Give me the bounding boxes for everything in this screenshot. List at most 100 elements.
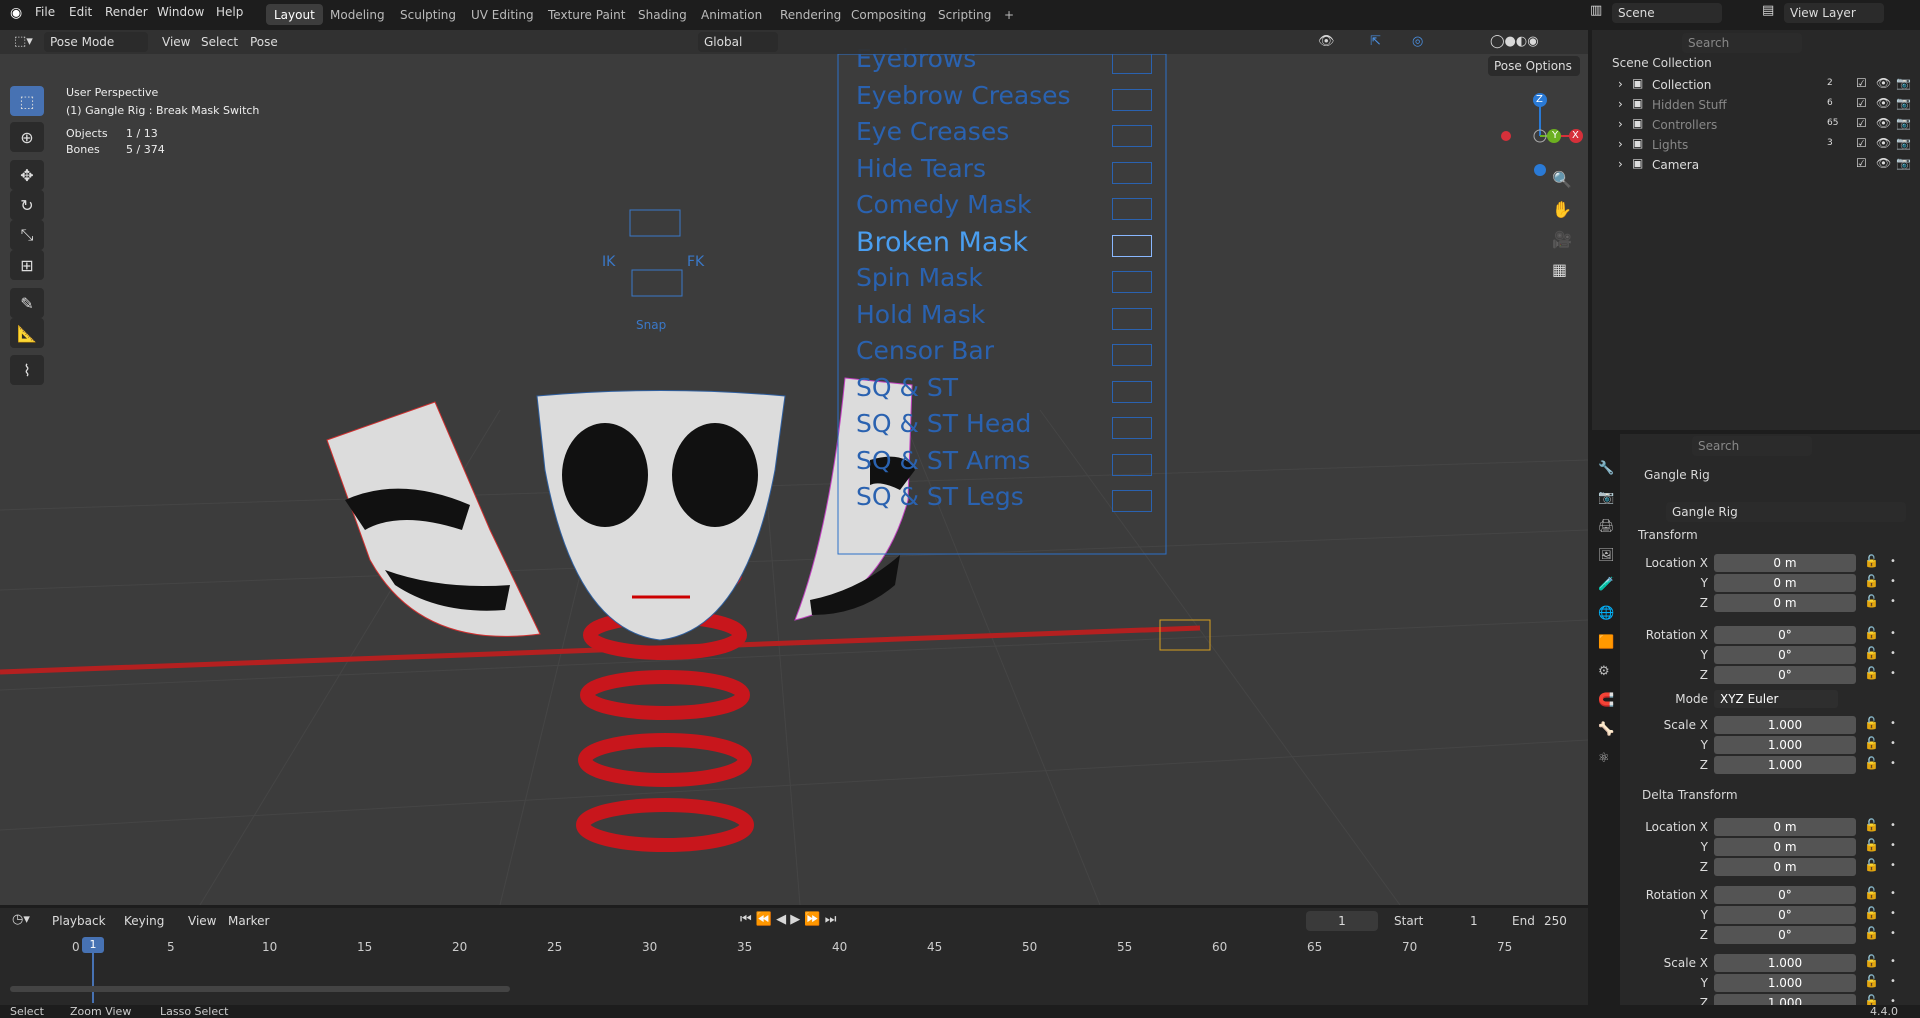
visibility-icon[interactable]: 👁 (1318, 34, 1335, 49)
keyframe-dot-icon[interactable]: • (1890, 888, 1896, 899)
rotation-mode-dropdown[interactable]: XYZ Euler (1714, 690, 1838, 708)
current-frame-field[interactable]: 1 (1306, 911, 1378, 931)
scene-selector[interactable]: Scene (1612, 3, 1722, 23)
transform-tool-icon[interactable]: ⊞ (10, 250, 44, 280)
playback-controls-icon[interactable]: ⏮ ⏪ ◀ ▶ ⏩ ⏭ (740, 912, 836, 927)
menu-help[interactable]: Help (216, 5, 243, 19)
property-field[interactable]: 0° (1714, 626, 1856, 644)
bone-tool-icon[interactable]: ⌇ (10, 355, 44, 385)
menu-render[interactable]: Render (105, 5, 148, 19)
control-switch[interactable] (1112, 453, 1152, 476)
pose-options-dropdown[interactable]: Pose Options (1488, 56, 1580, 76)
property-field[interactable]: 0 m (1714, 554, 1856, 572)
add-workspace-button[interactable]: + (996, 4, 1022, 25)
expand-arrow-icon[interactable]: › (1618, 77, 1623, 91)
overlay-toggle-icon[interactable]: ◎ (1412, 34, 1423, 49)
keyframe-dot-icon[interactable]: • (1890, 648, 1896, 659)
control-switch[interactable] (1112, 271, 1152, 293)
rotate-tool-icon[interactable]: ↻ (10, 190, 44, 220)
property-field[interactable]: 0° (1714, 906, 1856, 924)
lock-icon[interactable]: 🔓 (1864, 646, 1879, 660)
expand-arrow-icon[interactable]: › (1618, 157, 1623, 171)
control-switch[interactable] (1112, 344, 1152, 366)
control-switch[interactable] (1112, 161, 1152, 184)
pan-hand-icon[interactable]: ✋ (1552, 200, 1572, 219)
lock-icon[interactable]: 🔓 (1864, 626, 1879, 640)
object-name-field[interactable]: Gangle Rig (1666, 502, 1906, 522)
expand-arrow-icon[interactable]: › (1618, 117, 1623, 131)
menu-marker[interactable]: Marker (228, 914, 269, 928)
3d-viewport[interactable]: Eyebrows Eyebrow Creases Eye Creases Hide T… (0, 30, 1588, 905)
tab-texture-paint[interactable]: Texture Paint (540, 4, 633, 25)
control-switch[interactable] (1112, 234, 1152, 257)
control-switch[interactable] (1112, 380, 1152, 403)
lock-icon[interactable]: 🔓 (1864, 906, 1879, 920)
camera-render-icon[interactable]: 📷 (1896, 96, 1911, 110)
eye-icon[interactable]: 👁 (1876, 76, 1891, 90)
control-label[interactable]: Eye Creases (856, 117, 1009, 146)
menu-window[interactable]: Window (157, 5, 204, 19)
control-switch[interactable] (1112, 88, 1152, 111)
control-label[interactable]: SQ & ST Legs (856, 482, 1024, 511)
blender-logo-icon[interactable]: ◉ (10, 5, 22, 21)
camera-render-icon[interactable]: 📷 (1896, 116, 1911, 130)
tab-shading[interactable]: Shading (630, 4, 695, 25)
lock-icon[interactable]: 🔓 (1864, 574, 1879, 588)
move-tool-icon[interactable]: ✥ (10, 160, 44, 190)
property-field[interactable]: 1.000 (1714, 736, 1856, 754)
control-label[interactable]: SQ & ST Head (856, 409, 1031, 438)
eye-icon[interactable]: 👁 (1876, 96, 1891, 110)
scale-tool-icon[interactable]: ⤡ (10, 220, 44, 250)
control-switch[interactable] (1112, 307, 1152, 330)
keyframe-dot-icon[interactable]: • (1890, 596, 1896, 607)
control-label[interactable]: Hide Tears (856, 154, 986, 183)
tab-layout[interactable]: Layout (266, 4, 323, 25)
properties-tab-icons[interactable]: 🔧 📷 🖨 🖼 🧪 🌐 🟧 ⚙ 🧲 🦴 ⚛ (1592, 434, 1620, 793)
tab-compositing[interactable]: Compositing (843, 4, 934, 25)
lock-icon[interactable]: 🔓 (1864, 666, 1879, 680)
property-field[interactable]: 0 m (1714, 594, 1856, 612)
outliner-item[interactable]: › ▣ Lights 3 ☑ 👁 📷 (1592, 134, 1920, 154)
outliner-search[interactable]: Search (1682, 33, 1802, 53)
exclude-checkbox[interactable]: ☑ (1856, 136, 1867, 150)
property-field[interactable]: 1.000 (1714, 974, 1856, 992)
menu-pose[interactable]: Pose (250, 35, 278, 49)
eye-icon[interactable]: 👁 (1876, 156, 1891, 170)
control-switch[interactable] (1112, 490, 1152, 512)
camera-view-icon[interactable]: 🎥 (1552, 230, 1572, 249)
property-field[interactable]: 1.000 (1714, 954, 1856, 972)
zoom-icon[interactable]: 🔍 (1552, 170, 1572, 189)
keyframe-dot-icon[interactable]: • (1890, 908, 1896, 919)
keyframe-dot-icon[interactable]: • (1890, 668, 1896, 679)
camera-render-icon[interactable]: 📷 (1896, 136, 1911, 150)
menu-file[interactable]: File (35, 5, 55, 19)
orientation-selector[interactable]: Global (698, 32, 778, 52)
shading-modes-icon[interactable]: ◯●◐◉ (1490, 34, 1539, 49)
playhead-frame[interactable]: 1 (82, 937, 104, 953)
ortho-grid-icon[interactable]: ▦ (1552, 260, 1567, 279)
lock-icon[interactable]: 🔓 (1864, 858, 1879, 872)
lock-icon[interactable]: 🔓 (1864, 594, 1879, 608)
control-label[interactable]: Censor Bar (856, 336, 994, 365)
end-value[interactable]: 250 (1544, 914, 1567, 928)
properties-search[interactable]: Search (1692, 436, 1812, 456)
lock-icon[interactable]: 🔓 (1864, 554, 1879, 568)
start-value[interactable]: 1 (1470, 914, 1478, 928)
view-layer-selector[interactable]: View Layer (1784, 3, 1884, 23)
property-field[interactable]: 0° (1714, 886, 1856, 904)
menu-keying[interactable]: Keying (124, 914, 164, 928)
property-field[interactable]: 0° (1714, 666, 1856, 684)
control-switch[interactable] (1112, 125, 1152, 147)
exclude-checkbox[interactable]: ☑ (1856, 156, 1867, 170)
lock-icon[interactable]: 🔓 (1864, 818, 1879, 832)
camera-render-icon[interactable]: 📷 (1896, 156, 1911, 170)
playhead-line[interactable] (92, 953, 94, 1003)
keyframe-dot-icon[interactable]: • (1890, 556, 1896, 567)
eye-icon[interactable]: 👁 (1876, 136, 1891, 150)
timeline-editor-icon[interactable]: ◷▾ (12, 912, 30, 927)
exclude-checkbox[interactable]: ☑ (1856, 96, 1867, 110)
annotate-tool-icon[interactable]: ✎ (10, 288, 44, 318)
eye-icon[interactable]: 👁 (1876, 116, 1891, 130)
keyframe-dot-icon[interactable]: • (1890, 840, 1896, 851)
lock-icon[interactable]: 🔓 (1864, 838, 1879, 852)
